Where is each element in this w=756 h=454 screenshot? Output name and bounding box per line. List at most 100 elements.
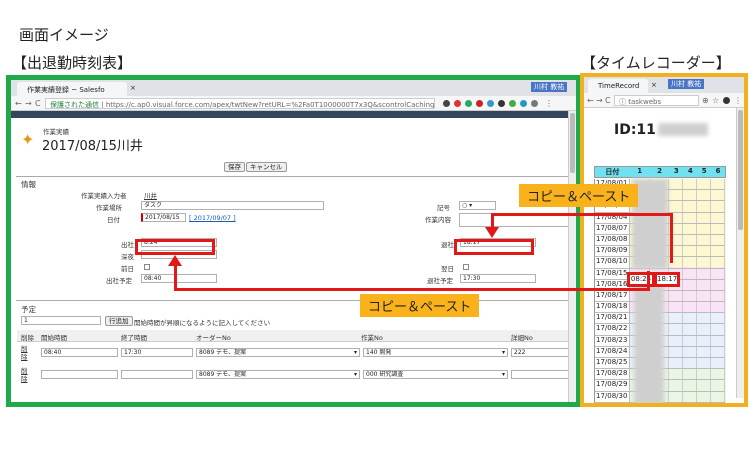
time-cell xyxy=(711,402,725,403)
time-cell xyxy=(669,313,684,324)
forward-icon[interactable]: → xyxy=(596,96,603,105)
caption-screen-image: 画面イメージ xyxy=(19,26,109,44)
row-date: 17/08/23 xyxy=(595,335,630,346)
planned-out-input[interactable]: 17:30 xyxy=(460,274,536,283)
extension-icon[interactable] xyxy=(520,100,527,107)
vertical-scrollbar[interactable] xyxy=(736,108,744,398)
extension-icon[interactable] xyxy=(509,100,516,107)
time-cell xyxy=(711,190,725,201)
time-cell xyxy=(697,313,712,324)
back-icon[interactable]: ← xyxy=(587,96,594,105)
extension-icon[interactable] xyxy=(476,100,483,107)
time-cell xyxy=(711,324,725,335)
location-input[interactable]: タスク xyxy=(141,201,324,210)
date-today-link[interactable]: [ 2017/09/07 ] xyxy=(189,214,236,222)
row-date: 17/08/21 xyxy=(595,313,630,324)
planned-in-input[interactable]: 08:40 xyxy=(141,274,217,283)
time-cell xyxy=(630,402,650,403)
row-1-delete-link[interactable]: 削除 xyxy=(21,345,31,361)
save-button[interactable]: 保存 xyxy=(224,162,245,172)
extension-icon[interactable] xyxy=(498,100,505,107)
time-cell xyxy=(683,380,698,391)
time-cell xyxy=(711,346,725,357)
planned-in-label: 出社予定 xyxy=(106,277,132,285)
mark-select[interactable]: ○ ▾ xyxy=(459,201,496,210)
vertical-scrollbar[interactable] xyxy=(568,111,576,402)
row-date: 17/08/15 xyxy=(595,268,630,279)
time-cell xyxy=(711,234,725,246)
time-cell xyxy=(683,279,698,290)
row-1-start-input[interactable]: 08:40 xyxy=(41,348,118,357)
row-date: 17/08/30 xyxy=(595,391,630,402)
time-cell xyxy=(683,313,698,324)
time-cell xyxy=(711,335,725,346)
row-1-end-input[interactable]: 17:30 xyxy=(121,348,193,357)
extension-icon[interactable] xyxy=(723,97,730,104)
row-2-detail-input[interactable] xyxy=(511,370,569,379)
date-input[interactable]: 2017/08/15 xyxy=(141,213,186,222)
tab-close-icon[interactable]: × xyxy=(130,84,136,92)
row-1-work-select[interactable]: 140 開発 ▾ xyxy=(363,348,508,357)
clock-in-label: 出社 xyxy=(121,241,134,249)
camera-icon[interactable] xyxy=(531,100,538,107)
row-date: 17/08/24 xyxy=(595,346,630,357)
address-bar[interactable]: ⓘ taskwebs xyxy=(614,95,699,106)
row-1-order-select[interactable]: 8089 デモ、提案 ▾ xyxy=(196,348,360,357)
extension-icon[interactable] xyxy=(487,100,494,107)
row-2-end-input[interactable] xyxy=(121,370,193,379)
browser-tab[interactable]: 作業実績登録 ~ Salesfo xyxy=(17,82,127,96)
prev-day-checkbox[interactable] xyxy=(144,264,150,270)
arrow-line-bottom xyxy=(174,288,650,291)
planned-out-label: 退社予定 xyxy=(427,277,453,285)
time-cell xyxy=(697,234,712,246)
time-cell xyxy=(697,212,712,223)
extension-icon[interactable] xyxy=(465,100,472,107)
row-date: 17/08/18 xyxy=(595,302,630,313)
time-cell xyxy=(683,324,698,335)
time-cell xyxy=(697,179,712,190)
menu-icon[interactable]: ⋮ xyxy=(545,99,553,108)
time-cell xyxy=(683,257,698,268)
tab-close-icon[interactable]: × xyxy=(651,81,657,89)
time-cell xyxy=(683,246,698,257)
time-cell xyxy=(697,358,712,369)
col-2: 2 xyxy=(657,167,662,175)
col-order: オーダーNo xyxy=(196,334,231,342)
row-2-start-input[interactable] xyxy=(41,370,118,379)
row-2-delete-link[interactable]: 削除 xyxy=(21,367,31,383)
reload-icon[interactable]: C xyxy=(605,96,611,105)
time-cell xyxy=(711,179,725,190)
time-cell xyxy=(683,190,698,201)
time-cell xyxy=(683,290,698,302)
star-icon[interactable]: ☆ xyxy=(712,96,719,105)
time-cell xyxy=(683,402,698,403)
star-icon[interactable] xyxy=(443,100,450,107)
caption-attendance-table: 【出退勤時刻表】 xyxy=(12,54,133,72)
reload-icon[interactable]: C xyxy=(35,99,41,108)
next-day-checkbox[interactable] xyxy=(463,264,469,270)
plan-table-header xyxy=(17,330,571,342)
time-cell xyxy=(711,369,725,380)
time-cell xyxy=(697,279,712,290)
add-row-button[interactable]: 行追加 xyxy=(105,316,133,326)
address-bar[interactable]: 保護された通信 | https://c.ap0.visual.force.com… xyxy=(45,98,435,109)
menu-icon[interactable]: ⋮ xyxy=(734,96,742,105)
zoom-icon[interactable]: ⊕ xyxy=(702,96,709,105)
gmail-icon[interactable] xyxy=(454,100,461,107)
input-person-link[interactable]: 川井 xyxy=(144,190,157,200)
input-person-label: 作業実績入力者 xyxy=(81,192,127,200)
browser-tab[interactable]: TimeRecord xyxy=(588,79,648,93)
salesforce-nav-bar[interactable] xyxy=(11,111,576,118)
row-1-detail-input[interactable]: 222 xyxy=(511,348,569,357)
cancel-button[interactable]: キャンセル xyxy=(246,162,287,172)
highlight-clock-in-field xyxy=(135,239,215,255)
col-date: 日付 xyxy=(605,168,620,176)
time-cell xyxy=(683,369,698,380)
row-2-work-select[interactable]: 000 研究調査 ▾ xyxy=(363,370,508,379)
row-date: 17/08/25 xyxy=(595,358,630,369)
time-cell xyxy=(683,234,698,246)
forward-icon[interactable]: → xyxy=(25,99,32,108)
plan-row-count-input[interactable]: 1 xyxy=(21,316,101,325)
row-2-order-select[interactable]: 8089 デモ、提案 ▾ xyxy=(196,370,360,379)
back-icon[interactable]: ← xyxy=(15,99,22,108)
